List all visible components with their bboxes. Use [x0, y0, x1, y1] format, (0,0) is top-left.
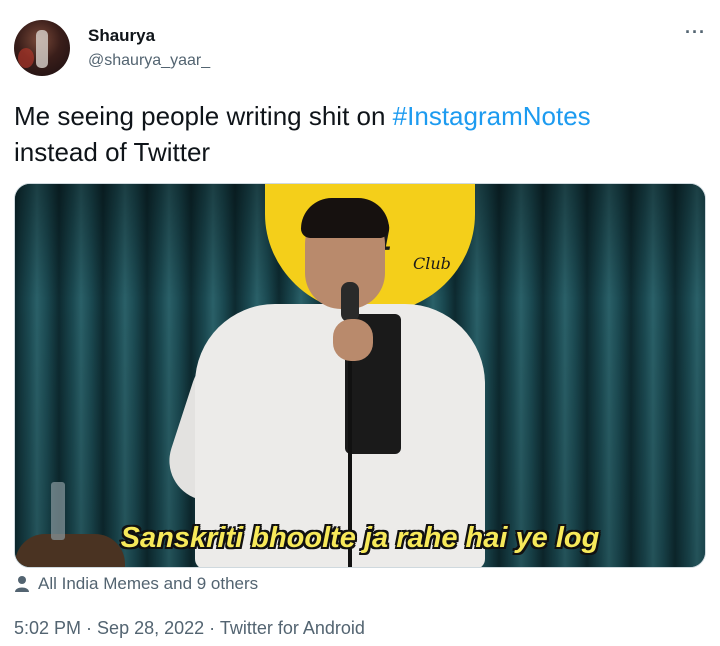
- avatar[interactable]: [14, 20, 70, 76]
- hashtag-link[interactable]: #InstagramNotes: [393, 101, 591, 131]
- tweet-date[interactable]: Sep 28, 2022: [97, 618, 204, 638]
- tweet-media-image[interactable]: gh Club Sanskriti bhoolte ja rahe hai ye…: [14, 183, 706, 568]
- meta-separator: ·: [81, 618, 98, 638]
- avatar-glow: [18, 48, 34, 68]
- tweet-text-before: Me seeing people writing shit on: [14, 101, 393, 131]
- meme-caption: Sanskriti bhoolte ja rahe hai ye log: [120, 522, 600, 554]
- tagged-users[interactable]: All India Memes and 9 others: [14, 574, 258, 594]
- more-dots-icon[interactable]: ···: [685, 22, 706, 43]
- tweet-time[interactable]: 5:02 PM: [14, 618, 81, 638]
- microphone: [341, 282, 359, 322]
- tweet-source[interactable]: Twitter for Android: [220, 618, 365, 638]
- tweet-meta: 5:02 PM · Sep 28, 2022 · Twitter for And…: [14, 618, 365, 639]
- performer-hair: [301, 198, 389, 238]
- tagged-users-label[interactable]: All India Memes and 9 others: [38, 574, 258, 594]
- tweet-header: Shaurya @shaurya_yaar_ ···: [14, 20, 706, 80]
- person-icon: [15, 576, 29, 592]
- avatar-figure: [36, 30, 48, 68]
- tweet-text: Me seeing people writing shit on #Instag…: [14, 98, 704, 170]
- performer-hand: [333, 319, 373, 361]
- author-name[interactable]: Shaurya: [88, 26, 155, 46]
- meta-separator: ·: [204, 618, 220, 638]
- author-handle[interactable]: @shaurya_yaar_: [88, 52, 210, 70]
- club-logo-sub: Club: [413, 254, 451, 273]
- tweet-text-after: instead of Twitter: [14, 137, 211, 167]
